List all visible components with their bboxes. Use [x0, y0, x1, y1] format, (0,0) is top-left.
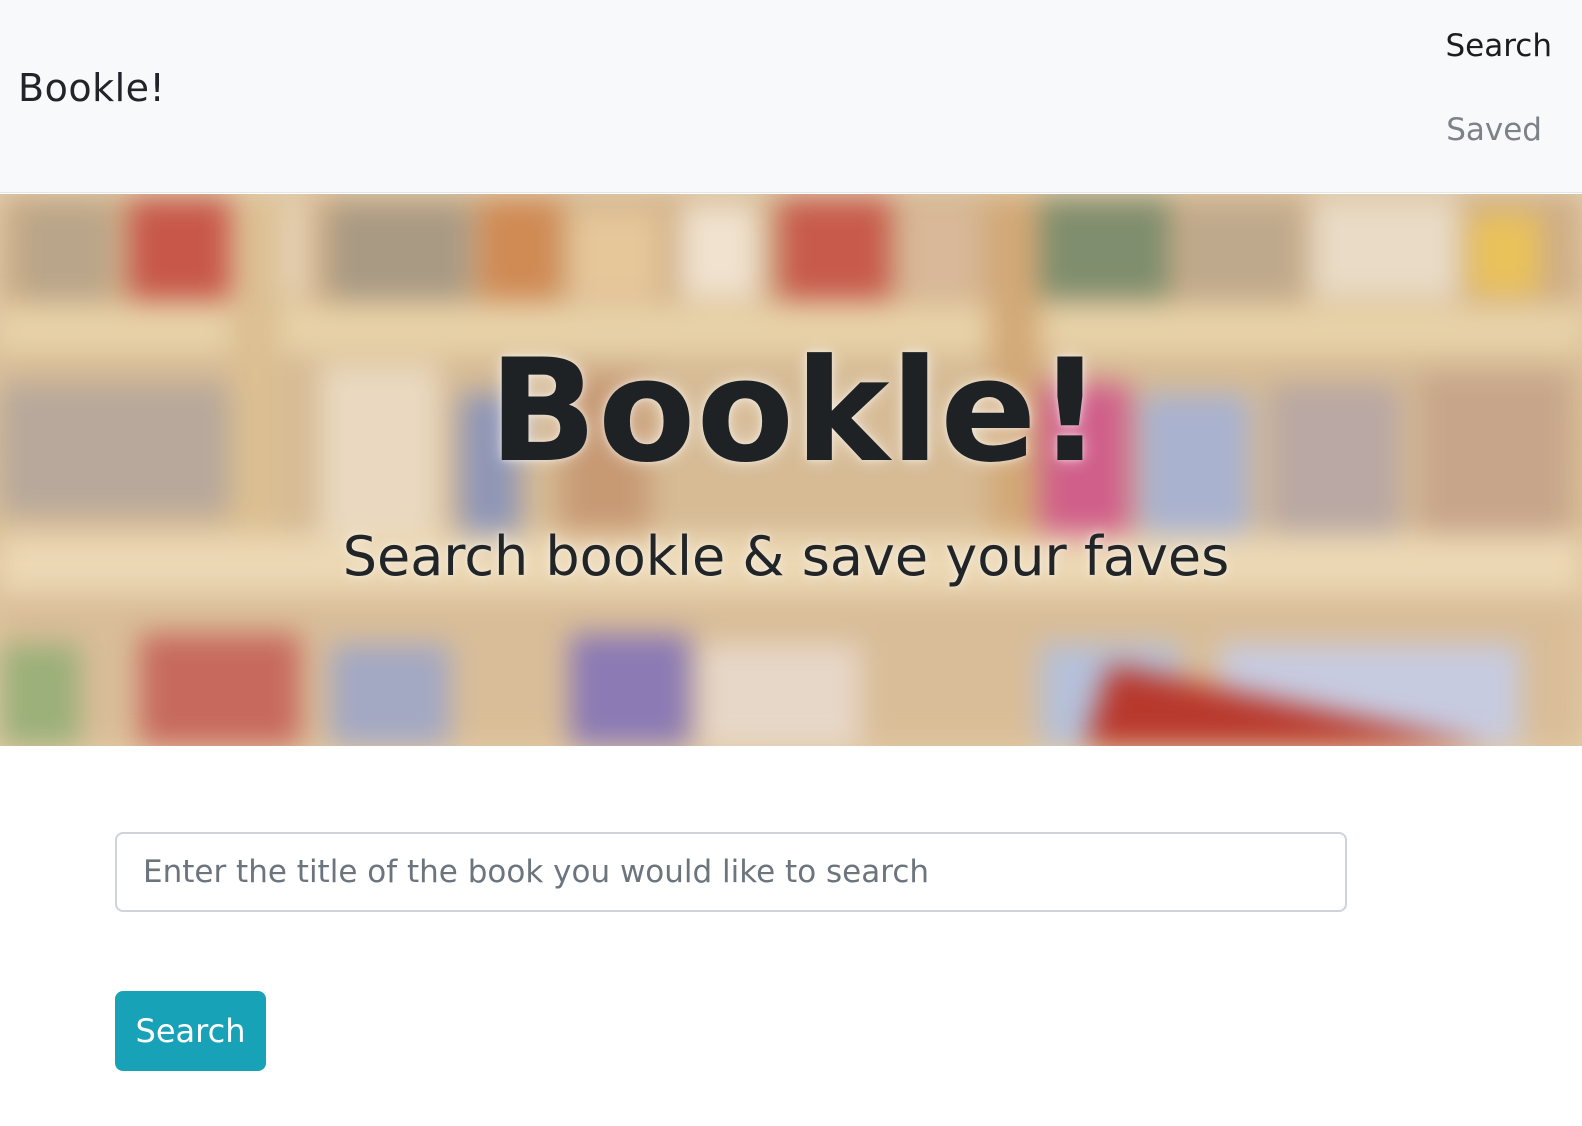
- hero-subtitle: Search bookle & save your faves: [342, 525, 1230, 588]
- search-button[interactable]: Search: [115, 991, 266, 1071]
- hero-title: Bookle!: [488, 329, 1104, 494]
- hero-jumbotron: Bookle! Search bookle & save your faves: [0, 194, 1582, 746]
- navbar: Bookle! Search Saved: [0, 0, 1582, 193]
- nav-link-search[interactable]: Search: [1445, 28, 1552, 64]
- nav-link-saved[interactable]: Saved: [1446, 112, 1542, 148]
- book-search-input[interactable]: [115, 832, 1347, 912]
- navbar-brand[interactable]: Bookle!: [18, 66, 165, 110]
